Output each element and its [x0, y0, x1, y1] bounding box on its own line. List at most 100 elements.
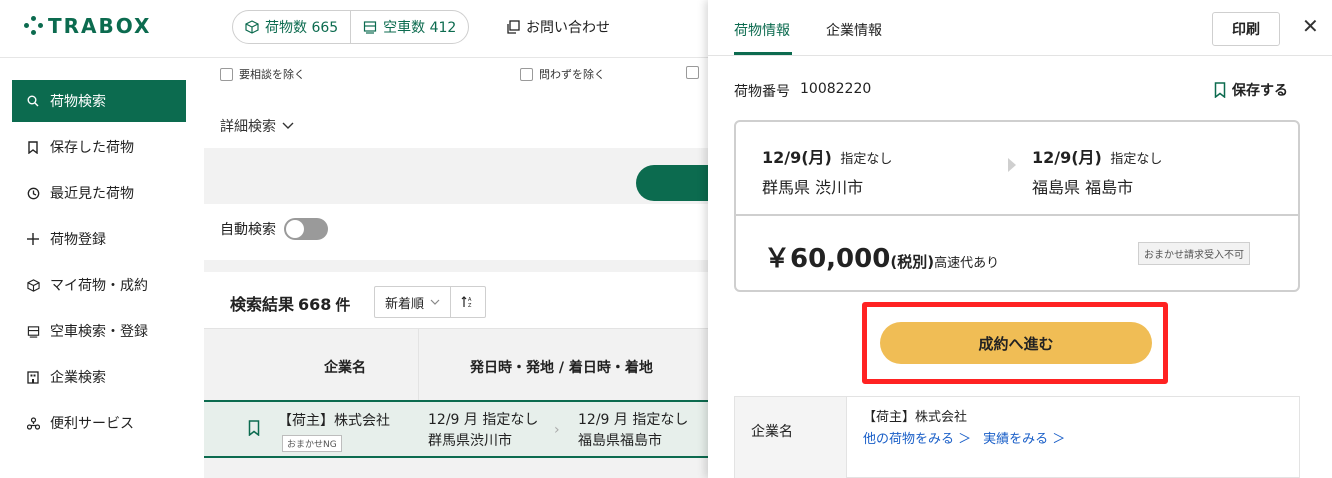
checkbox-label: 要相談を除く [239, 68, 305, 81]
cargo-number: 荷物番号 10082220 [734, 81, 871, 101]
drawer-tabs: 荷物情報 企業情報 印刷 ✕ [708, 0, 1332, 56]
sidebar-item-company-search[interactable]: 企業検索 [12, 356, 186, 398]
bookmark-icon[interactable] [248, 420, 260, 436]
column-route: 発日時・発地 / 着日時・着地 [470, 360, 653, 376]
results-label: 検索結果 [230, 295, 295, 314]
record-link[interactable]: 実績をみる ＞ [983, 429, 1065, 451]
sidebar-item-cargo-search[interactable]: 荷物検索 [12, 80, 186, 122]
auto-search-toggle[interactable] [284, 218, 328, 240]
arrival-time: 指定なし [1110, 152, 1163, 167]
search-icon [26, 94, 40, 108]
tab-cargo-info[interactable]: 荷物情報 [734, 20, 790, 40]
sort-order-button[interactable]: AZ [451, 287, 485, 317]
detail-search-toggle[interactable]: 詳細検索 [220, 116, 294, 136]
sort-control: 新着順 AZ [374, 286, 487, 318]
extra-checkbox[interactable] [686, 66, 699, 79]
column-company: 企業名 [324, 360, 366, 376]
cargo-detail-drawer: 荷物情報 企業情報 印刷 ✕ 荷物番号 10082220 保存する 12/9(月… [708, 0, 1332, 478]
company-info-value: 【荷主】株式会社 他の荷物をみる ＞ 実績をみる ＞ [863, 407, 1065, 451]
print-button[interactable]: 印刷 [1212, 12, 1280, 46]
sidebar-item-register-cargo[interactable]: 荷物登録 [12, 218, 186, 260]
results-unit: 件 [335, 296, 351, 314]
arrival-place: 福島県 福島市 [1032, 178, 1134, 197]
cargo-number-label: 荷物番号 [734, 84, 790, 100]
logo-dots-icon [24, 16, 44, 36]
cargo-count[interactable]: 荷物数 665 [233, 11, 350, 43]
search-button[interactable] [636, 165, 708, 201]
bookmark-icon [26, 140, 40, 154]
sidebar-item-label: 企業検索 [50, 370, 106, 386]
fare: ￥60,000 (税別) 高速代あり [764, 238, 999, 275]
highway-note: 高速代あり [934, 256, 1000, 271]
save-button[interactable]: 保存する [1214, 80, 1288, 100]
other-cargo-link[interactable]: 他の荷物をみる ＞ [863, 429, 971, 451]
tab-company-info[interactable]: 企業情報 [826, 20, 882, 40]
sidebar-item-recent-cargo[interactable]: 最近見た荷物 [12, 172, 186, 214]
logo-text: TRABOX [48, 14, 152, 38]
row-departure-place: 群馬県渋川市 [428, 433, 512, 449]
card-divider [736, 214, 1298, 216]
truck-count-label: 空車数 412 [383, 20, 457, 36]
sidebar-item-label: 空車検索・登録 [50, 324, 148, 340]
company-links: 他の荷物をみる ＞ 実績をみる ＞ [863, 429, 1065, 451]
sidebar-item-label: 保存した荷物 [50, 140, 134, 156]
checkbox-box[interactable] [520, 67, 533, 81]
company-info-table: 企業名 【荷主】株式会社 他の荷物をみる ＞ 実績をみる ＞ [734, 396, 1300, 478]
arrival-date: 12/9(月) [1032, 148, 1102, 167]
sidebar-item-services[interactable]: 便利サービス [12, 402, 186, 444]
sidebar-item-label: 荷物登録 [50, 232, 106, 248]
inquiry-label: お問い合わせ [526, 20, 610, 36]
checkbox-box[interactable] [220, 67, 233, 81]
exclude-consult-checkbox[interactable]: 要相談を除く [220, 66, 305, 82]
sort-az-icon: AZ [461, 296, 472, 309]
company-name: 【荷主】株式会社 [863, 410, 968, 425]
row-tag: おまかせNG [282, 435, 342, 452]
sidebar-item-label: 最近見た荷物 [50, 186, 134, 202]
sidebar-item-truck-search[interactable]: 空車検索・登録 [12, 310, 186, 352]
sidebar-item-label: マイ荷物・成約 [50, 278, 148, 294]
checkbox-label: 問わずを除く [539, 68, 605, 81]
sidebar-item-saved-cargo[interactable]: 保存した荷物 [12, 126, 186, 168]
row-company: 【荷主】株式会社 [278, 413, 390, 429]
filter-panel: 要相談を除く 問わずを除く 詳細検索 [204, 58, 708, 148]
plus-icon [26, 232, 40, 246]
active-tab-indicator [734, 52, 792, 55]
row-departure: 12/9 月 指定なし 群馬県渋川市 [428, 410, 538, 452]
sidebar-item-label: 荷物検索 [50, 94, 106, 110]
copy-icon [507, 20, 520, 34]
fare-amount: ￥60,000 [764, 244, 891, 274]
box-icon [26, 278, 40, 292]
save-label: 保存する [1232, 83, 1288, 99]
sidebar-item-my-cargo[interactable]: マイ荷物・成約 [12, 264, 186, 306]
svg-text:Z: Z [468, 303, 472, 309]
chevron-down-icon [282, 122, 294, 129]
availability-counts: 荷物数 665 空車数 412 [232, 10, 470, 44]
results-count: 検索結果 668 件 [230, 291, 350, 315]
bookmark-icon [1214, 82, 1226, 98]
sort-select[interactable]: 新着順 [375, 287, 452, 317]
proceed-contract-button[interactable]: 成約へ進む [880, 322, 1152, 364]
departure-info: 12/9(月) 指定なし 群馬県 渋川市 [762, 144, 892, 202]
departure-date: 12/9(月) [762, 148, 832, 167]
exclude-any-checkbox[interactable]: 問わずを除く [520, 66, 605, 82]
chevron-down-icon [430, 299, 440, 305]
trabox-logo[interactable]: TRABOX [24, 14, 151, 38]
billing-tag: おまかせ請求受入不可 [1138, 242, 1250, 265]
close-icon[interactable]: ✕ [1302, 16, 1319, 36]
row-arrival: 12/9 月 指定なし 福島県福島市 [578, 410, 688, 452]
arrow-right-icon [1008, 158, 1016, 172]
inquiry-link[interactable]: お問い合わせ [506, 17, 610, 37]
departure-time: 指定なし [840, 152, 893, 167]
table-row[interactable]: 【荷主】株式会社 おまかせNG 12/9 月 指定なし 群馬県渋川市 › 12/… [204, 400, 708, 458]
checkbox-box[interactable] [686, 66, 699, 79]
detail-search-label: 詳細検索 [220, 119, 276, 135]
table-header: 企業名 発日時・発地 / 着日時・着地 [204, 328, 708, 401]
fare-tax-note: (税別) [890, 253, 935, 271]
row-departure-date: 12/9 月 指定なし [428, 412, 539, 428]
auto-search: 自動検索 [220, 218, 328, 240]
cargo-count-label: 荷物数 665 [265, 20, 339, 36]
arrival-info: 12/9(月) 指定なし 福島県 福島市 [1032, 144, 1162, 202]
row-arrival-place: 福島県福島市 [578, 433, 662, 449]
cargo-number-value: 10082220 [800, 81, 872, 97]
truck-count[interactable]: 空車数 412 [350, 11, 468, 43]
